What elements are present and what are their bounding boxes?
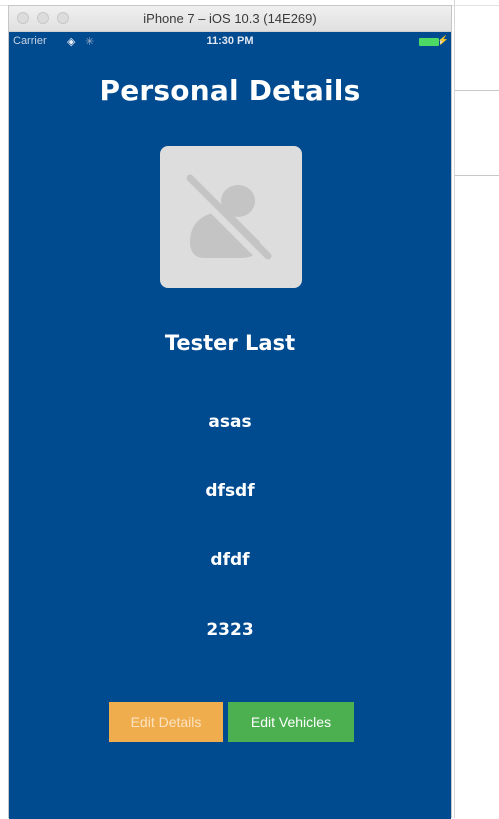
- window-title-bar[interactable]: iPhone 7 – iOS 10.3 (14E269): [9, 6, 451, 32]
- page-right-tick: [455, 90, 499, 91]
- page-right-tick: [455, 175, 499, 176]
- status-bar: Carrier ◈ ✳ 11:30 PM ⚡: [9, 32, 451, 52]
- avatar[interactable]: [160, 146, 302, 288]
- full-name: Tester Last: [164, 331, 296, 355]
- edit-vehicles-button[interactable]: Edit Vehicles: [228, 702, 354, 742]
- no-photo-person-icon: [180, 174, 272, 266]
- detail-field-1: asas: [208, 412, 252, 432]
- page-title: Personal Details: [99, 74, 361, 107]
- simulator-window: iPhone 7 – iOS 10.3 (14E269) Carrier ◈ ✳…: [8, 5, 452, 819]
- charging-bolt-icon: ⚡: [437, 35, 449, 45]
- detail-field-2: dfsdf: [205, 481, 255, 501]
- edit-details-button[interactable]: Edit Details: [109, 702, 223, 742]
- phone-screen: Carrier ◈ ✳ 11:30 PM ⚡ Personal Details: [9, 32, 451, 819]
- detail-field-3: dfdf: [210, 550, 250, 570]
- detail-field-4: 2323: [206, 620, 254, 640]
- page-right-divider: [454, 0, 455, 818]
- window-title: iPhone 7 – iOS 10.3 (14E269): [143, 11, 317, 26]
- status-time: 11:30 PM: [206, 35, 254, 47]
